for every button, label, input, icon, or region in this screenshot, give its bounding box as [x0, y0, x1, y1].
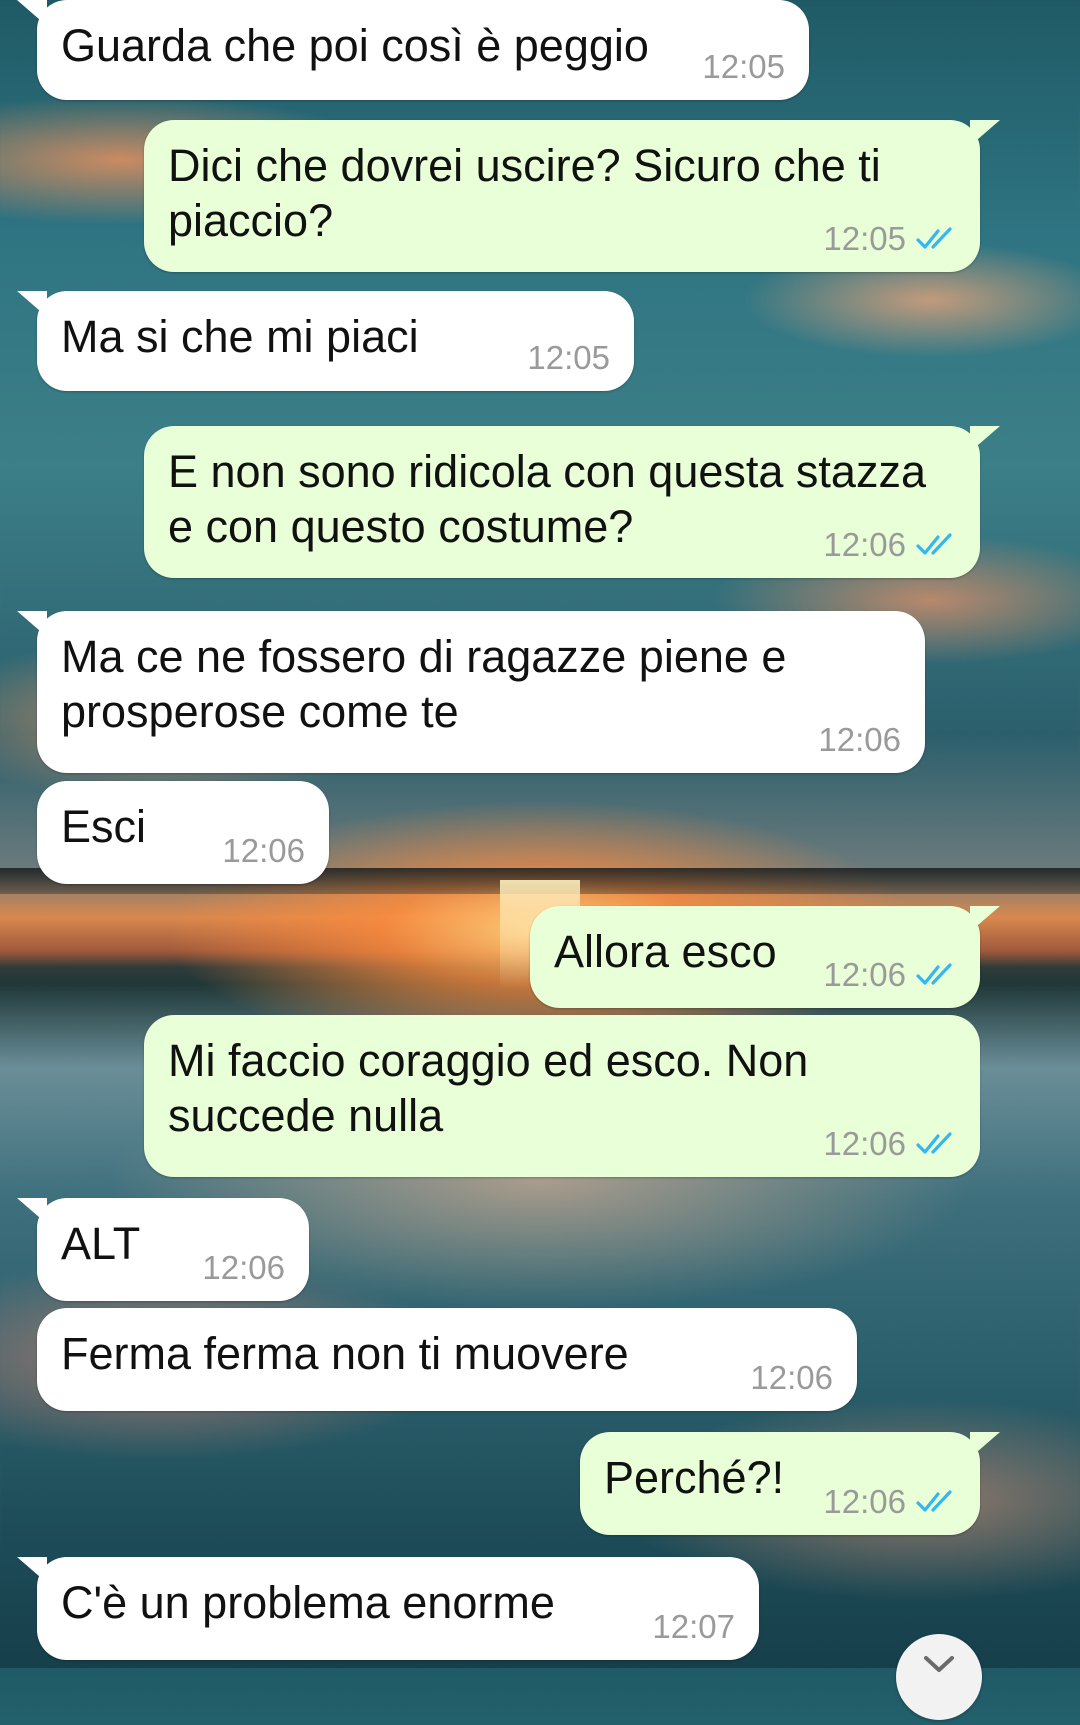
message-outgoing[interactable]: Allora esco 12:06 — [530, 906, 1000, 1008]
double-check-icon — [916, 1490, 952, 1512]
message-incoming[interactable]: C'è un problema enorme 12:07 — [17, 1557, 759, 1660]
message-incoming[interactable]: Ma ce ne fossero di ragazze piene e pros… — [17, 611, 925, 773]
message-outgoing[interactable]: E non sono ridicola con questa stazza e … — [144, 426, 1000, 578]
message-incoming[interactable]: Esci 12:06 — [37, 781, 329, 884]
message-text: Ma ce ne fossero di ragazze piene e pros… — [61, 631, 787, 737]
message-text: Ferma ferma non ti muovere — [61, 1328, 629, 1379]
message-time: 12:06 — [823, 956, 906, 993]
message-incoming[interactable]: Ferma ferma non ti muovere 12:06 — [37, 1308, 857, 1411]
chevron-down-icon — [924, 1656, 954, 1672]
message-time: 12:05 — [527, 339, 610, 376]
message-outgoing[interactable]: Perché?! 12:06 — [580, 1432, 1000, 1535]
message-time: 12:06 — [750, 1359, 833, 1396]
message-incoming[interactable]: Guarda che poi così è peggio 12:05 — [17, 0, 809, 100]
message-incoming[interactable]: Ma si che mi piaci 12:05 — [17, 291, 634, 391]
message-text: C'è un problema enorme — [61, 1577, 555, 1628]
scroll-to-bottom-button[interactable] — [896, 1634, 982, 1720]
message-text: Guarda che poi così è peggio — [61, 20, 649, 71]
message-time: 12:06 — [823, 1125, 906, 1162]
message-time: 12:06 — [823, 1483, 906, 1520]
message-time: 12:06 — [202, 1249, 285, 1286]
message-time: 12:06 — [823, 526, 906, 563]
message-time: 12:05 — [823, 220, 906, 257]
message-time: 12:06 — [222, 832, 305, 869]
message-time: 12:05 — [702, 48, 785, 85]
message-time: 12:07 — [652, 1608, 735, 1645]
double-check-icon — [916, 533, 952, 555]
message-outgoing[interactable]: Dici che dovrei uscire? Sicuro che ti pi… — [144, 120, 1000, 272]
double-check-icon — [916, 227, 952, 249]
message-outgoing[interactable]: Mi faccio coraggio ed esco. Non succede … — [144, 1015, 980, 1177]
message-time: 12:06 — [818, 721, 901, 758]
double-check-icon — [916, 1132, 952, 1154]
message-incoming[interactable]: ALT 12:06 — [17, 1198, 309, 1301]
double-check-icon — [916, 963, 952, 985]
